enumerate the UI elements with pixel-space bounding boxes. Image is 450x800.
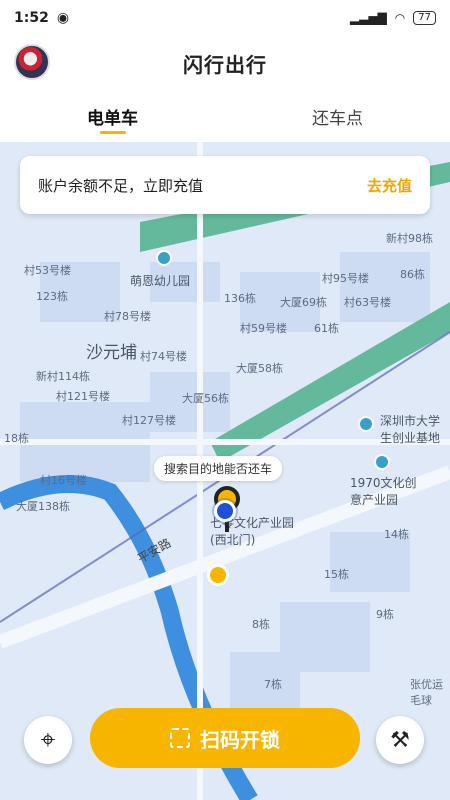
map-label: 沙元埔 xyxy=(86,343,137,363)
map-label: 136栋 xyxy=(224,292,256,305)
avatar[interactable] xyxy=(14,44,50,80)
tab-electric-bike[interactable]: 电单车 xyxy=(0,90,225,142)
university-icon xyxy=(358,416,374,432)
service-button[interactable]: ⚒ xyxy=(376,716,424,764)
status-bar: 1:52 ◉ ▂▃▅▇ ◠ 77 xyxy=(0,0,450,36)
battery-indicator: 77 xyxy=(413,11,436,25)
map-label: 张优运毛球 xyxy=(410,678,443,707)
poi-label: 1970文化创意产业园 xyxy=(350,476,417,507)
poi-label: 萌恩幼儿园 xyxy=(130,274,191,288)
recharge-link[interactable]: 去充值 xyxy=(367,175,412,196)
notification-icon: ◉ xyxy=(56,10,70,26)
current-location-icon xyxy=(214,500,236,522)
map-label: 61栋 xyxy=(314,322,339,335)
school-icon xyxy=(156,250,172,266)
map-label: 村127号楼 xyxy=(122,414,176,427)
map-label: 14栋 xyxy=(384,528,409,541)
poi-label: 深圳市大学生创业基地 xyxy=(380,414,441,445)
map-label: 9栋 xyxy=(376,608,394,621)
map-label: 8栋 xyxy=(252,618,270,631)
map-label: 村121号楼 xyxy=(56,390,110,403)
page-title: 闪行出行 xyxy=(183,52,267,77)
map-label: 大厦56栋 xyxy=(182,392,229,405)
clock: 1:52 xyxy=(14,10,49,26)
map-label: 村74号楼 xyxy=(140,350,187,363)
map-label: 大厦138栋 xyxy=(16,500,70,513)
map-label: 大厦69栋 xyxy=(280,296,327,309)
wrench-icon: ⚒ xyxy=(390,727,410,753)
crosshair-icon: ⌖ xyxy=(40,724,56,755)
culture-park-icon xyxy=(374,454,390,470)
map-label: 村53号楼 xyxy=(24,264,71,277)
balance-notice[interactable]: 账户余额不足，立即充值 去充值 xyxy=(20,156,430,214)
map-label: 大厦58栋 xyxy=(236,362,283,375)
locate-button[interactable]: ⌖ xyxy=(24,716,72,764)
map-label: 村59号楼 xyxy=(240,322,287,335)
tab-bar: 电单车 还车点 xyxy=(0,90,450,142)
map-label: 86栋 xyxy=(400,268,425,281)
map-label: 村63号楼 xyxy=(344,296,391,309)
map-label: 新村98栋 xyxy=(386,232,433,245)
map-label: 村78号楼 xyxy=(104,310,151,323)
map-label: 村16号楼 xyxy=(40,474,87,487)
notice-text: 账户余额不足，立即充值 xyxy=(38,176,204,195)
map-label: 村95号楼 xyxy=(322,272,369,285)
map-label: 123栋 xyxy=(36,290,68,303)
scan-unlock-button[interactable]: 扫码开锁 xyxy=(90,708,360,768)
map-label: 18栋 xyxy=(4,432,29,445)
map-label: 7栋 xyxy=(264,678,282,691)
app-header: 闪行出行 xyxy=(0,36,450,90)
scan-label: 扫码开锁 xyxy=(200,727,280,752)
map-label: 15栋 xyxy=(324,568,349,581)
bike-marker-icon[interactable] xyxy=(207,564,229,586)
map-view[interactable]: 账户余额不足，立即充值 去充值 萌恩幼儿园 沙元埔 村53号楼 123栋 村78… xyxy=(0,142,450,800)
wifi-icon: ◠ xyxy=(394,11,406,25)
signal-icon: ▂▃▅▇ xyxy=(349,11,387,25)
destination-tooltip[interactable]: 搜索目的地能否还车 xyxy=(154,456,283,481)
scan-icon xyxy=(170,728,190,748)
map-label: 新村114栋 xyxy=(36,370,90,383)
tab-return-point[interactable]: 还车点 xyxy=(225,90,450,142)
